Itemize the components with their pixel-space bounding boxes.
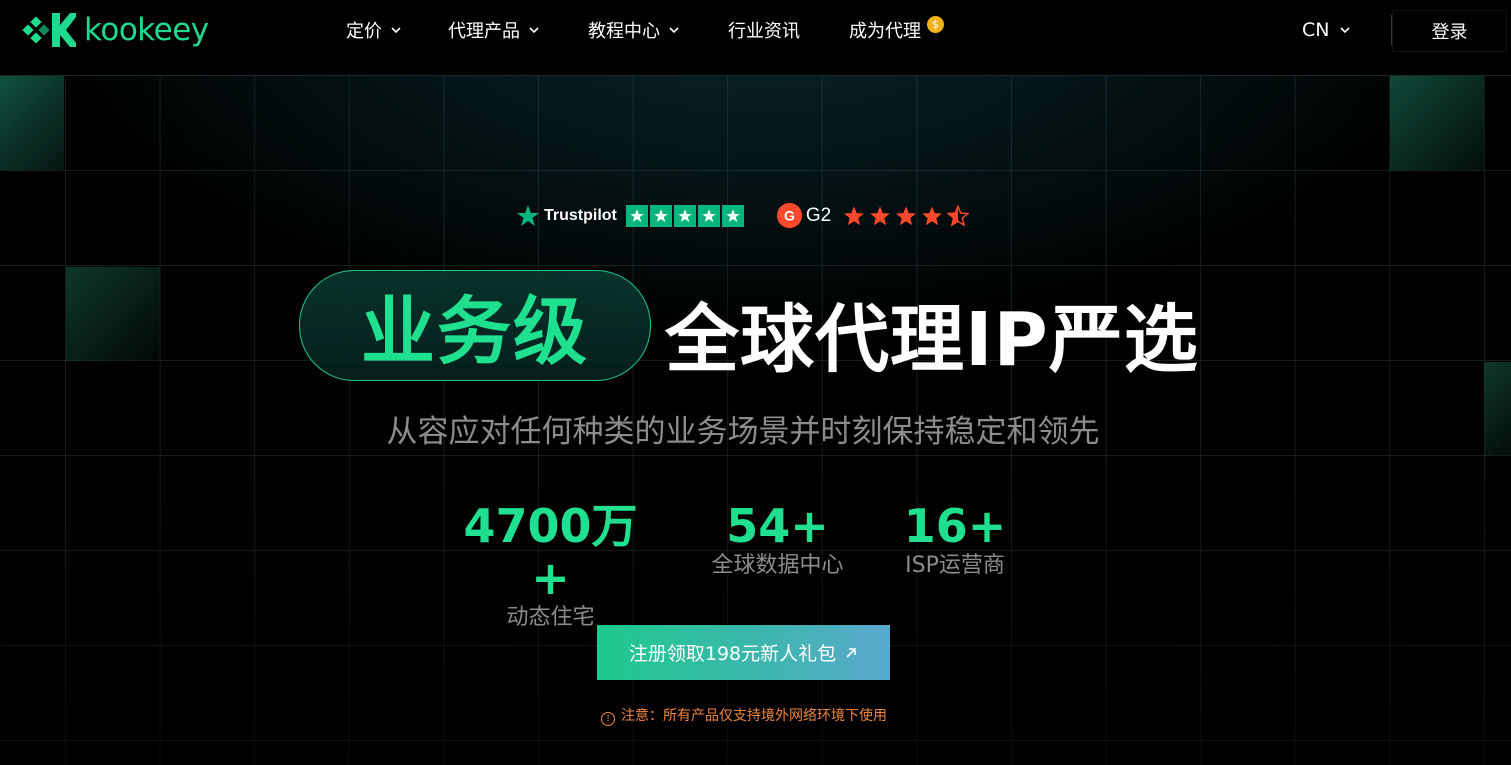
coin-icon: $ xyxy=(927,15,944,33)
background-glow-tile xyxy=(1390,76,1484,170)
star-icon xyxy=(673,204,696,227)
star-icon xyxy=(896,205,917,225)
page: kookeey 定价 代理产品 教程中心 行业资讯 成为代理 $ CN 登录 T… xyxy=(0,0,1511,765)
nav-item-label: 教程中心 xyxy=(588,21,660,42)
trustpilot-star-icon xyxy=(517,204,539,226)
trustpilot-stars xyxy=(625,204,744,227)
chevron-down-icon xyxy=(1340,27,1351,34)
notice-text: 注意：所有产品仅支持境外网络环境下使用 xyxy=(621,708,887,724)
arrow-up-right-icon xyxy=(846,647,856,658)
brand-logo[interactable]: kookeey xyxy=(22,10,209,50)
top-header: kookeey 定价 代理产品 教程中心 行业资讯 成为代理 $ CN 登录 xyxy=(0,0,1511,76)
stat-isp: 16+ ISP运营商 xyxy=(895,500,1015,580)
page-title: 全球代理IP严选 xyxy=(665,297,1199,383)
g2-label: G2 xyxy=(805,204,832,226)
svg-text:G: G xyxy=(784,208,795,224)
chevron-down-icon xyxy=(391,27,401,34)
nav-item-become-agent[interactable]: 成为代理 $ xyxy=(849,15,944,44)
nav-item-pricing[interactable]: 定价 xyxy=(346,16,402,44)
stat-label: ISP运营商 xyxy=(905,553,1005,578)
star-icon xyxy=(870,205,891,225)
language-selector[interactable]: CN xyxy=(1302,16,1351,44)
star-icon xyxy=(844,205,865,225)
star-icon xyxy=(697,204,720,227)
stat-data-centers: 54+ 全球数据中心 xyxy=(700,500,855,580)
star-icon xyxy=(625,204,648,227)
nav-item-label: 定价 xyxy=(346,21,382,42)
stat-label: 全球数据中心 xyxy=(711,553,844,578)
nav-item-tutorials[interactable]: 教程中心 xyxy=(588,16,680,44)
g2-logo-icon: G xyxy=(776,203,802,228)
ratings-bar: Trustpilot G G2 xyxy=(516,203,970,228)
background-glow-tile xyxy=(66,267,160,361)
stat-value: 4700万+ xyxy=(463,499,638,605)
stat-dynamic-residential: 4700万+ 动态住宅 xyxy=(448,500,653,632)
main-nav: 定价 代理产品 教程中心 行业资讯 成为代理 $ xyxy=(346,15,944,44)
half-star-icon xyxy=(947,204,970,227)
warning-icon: ! xyxy=(601,712,615,726)
nav-item-label: 代理产品 xyxy=(448,21,520,42)
nav-item-proxy-products[interactable]: 代理产品 xyxy=(448,16,540,44)
usage-notice: ! 注意：所有产品仅支持境外网络环境下使用 xyxy=(0,705,1488,726)
nav-item-industry-news[interactable]: 行业资讯 xyxy=(728,16,800,44)
background-glow-tile xyxy=(0,76,64,170)
headline-highlight-pill: 业务级 xyxy=(299,270,651,381)
star-icon xyxy=(922,205,943,225)
star-icon xyxy=(721,204,744,227)
nav-item-label: 成为代理 xyxy=(849,21,921,42)
nav-item-label: 行业资讯 xyxy=(728,21,800,42)
brand-name: kookeey xyxy=(84,12,209,48)
language-label: CN xyxy=(1302,19,1330,41)
stat-value: 54+ xyxy=(726,499,829,553)
trustpilot-label: Trustpilot xyxy=(544,206,617,224)
headline-highlight: 业务级 xyxy=(361,289,589,375)
background-glow-tile xyxy=(1484,362,1511,456)
star-icon xyxy=(649,204,672,227)
stat-value: 16+ xyxy=(903,499,1007,553)
register-cta-button[interactable]: 注册领取198元新人礼包 xyxy=(597,625,890,680)
kookeey-logo-icon xyxy=(22,13,76,47)
page-subtitle: 从容应对任何种类的业务场景并时刻保持稳定和领先 xyxy=(386,414,1100,450)
chevron-down-icon xyxy=(669,27,679,34)
g2-stars xyxy=(843,204,970,227)
login-button[interactable]: 登录 xyxy=(1392,10,1507,52)
cta-label: 注册领取198元新人礼包 xyxy=(628,643,837,665)
chevron-down-icon xyxy=(529,27,539,34)
